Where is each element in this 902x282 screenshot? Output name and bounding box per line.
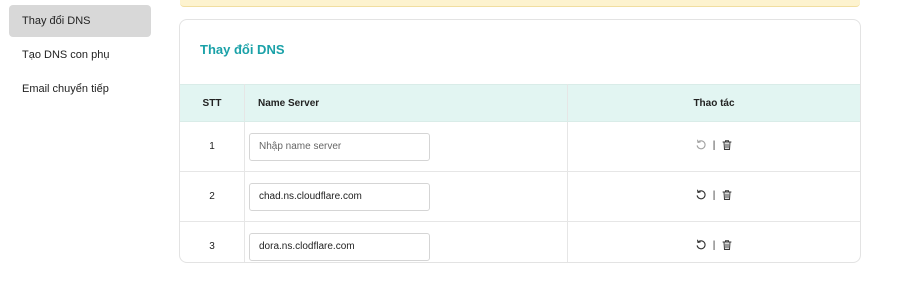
- action-separator: |: [712, 189, 716, 201]
- table-row: 1 |: [180, 121, 860, 172]
- row-actions: |: [695, 139, 734, 151]
- actions-cell: |: [567, 171, 860, 222]
- name-server-input[interactable]: [249, 182, 430, 211]
- header-name-server: Name Server: [244, 84, 568, 122]
- undo-icon[interactable]: [695, 139, 707, 151]
- trash-icon[interactable]: [721, 189, 733, 201]
- row-actions: |: [695, 239, 734, 251]
- action-separator: |: [712, 239, 716, 251]
- name-server-input[interactable]: [249, 132, 430, 161]
- action-separator: |: [712, 139, 716, 151]
- name-server-cell: [244, 221, 568, 262]
- row-stt: 3: [180, 221, 245, 262]
- name-server-table: STT Name Server Thao tác 1 Nhập name ser…: [180, 84, 861, 263]
- sidebar-item-email-forwarding[interactable]: Email chuyển tiếp: [9, 73, 151, 105]
- trash-icon[interactable]: [721, 239, 733, 251]
- actions-cell: |: [567, 121, 860, 172]
- table-header-row: STT Name Server Thao tác: [180, 84, 860, 122]
- undo-icon[interactable]: [695, 189, 707, 201]
- sidebar-item-create-subdomain-dns[interactable]: Tạo DNS con phụ: [9, 39, 151, 71]
- sidebar: Thay đổi DNS Tạo DNS con phụ Email chuyể…: [9, 5, 151, 107]
- name-server-cell: [244, 171, 568, 222]
- sidebar-item-change-dns[interactable]: Thay đổi DNS: [9, 5, 151, 37]
- card-title: Thay đổi DNS: [200, 42, 285, 57]
- header-stt: STT: [180, 84, 245, 122]
- table-row: 2 |: [180, 171, 860, 222]
- dns-card: Thay đổi DNS STT Name Server Thao tác 1: [179, 19, 861, 263]
- row-actions: |: [695, 189, 734, 201]
- page: Thay đổi DNS Tạo DNS con phụ Email chuyể…: [0, 0, 902, 282]
- undo-icon[interactable]: [695, 239, 707, 251]
- name-server-cell: [244, 121, 568, 172]
- header-actions: Thao tác: [567, 84, 860, 122]
- table-row: 3 |: [180, 221, 861, 263]
- row-stt: 1: [180, 121, 245, 172]
- actions-cell: |: [568, 222, 861, 263]
- name-server-input[interactable]: [249, 232, 430, 261]
- warning-banner: [180, 0, 860, 7]
- row-stt: 2: [180, 171, 245, 222]
- trash-icon[interactable]: [721, 139, 733, 151]
